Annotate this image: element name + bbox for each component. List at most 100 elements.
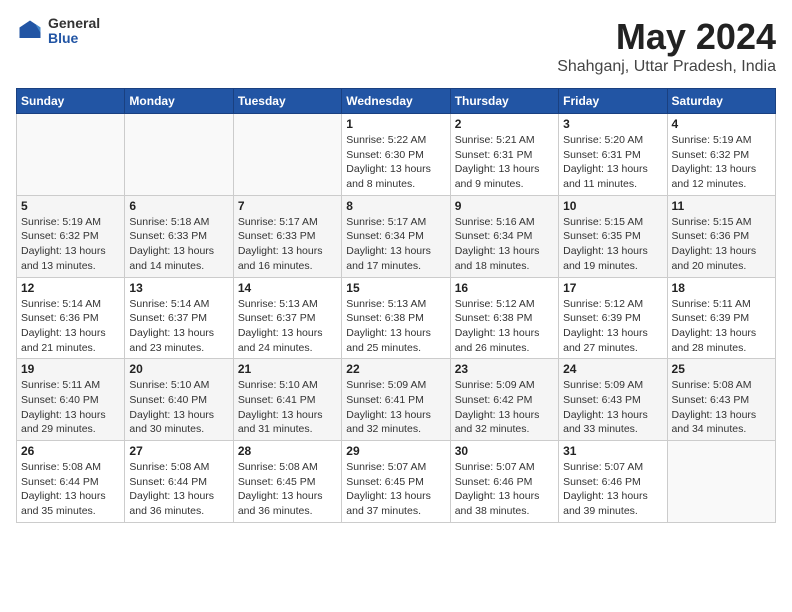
day-info: Sunrise: 5:13 AM Sunset: 6:38 PM Dayligh… — [346, 297, 445, 356]
calendar-cell: 30 Sunrise: 5:07 AM Sunset: 6:46 PM Dayli… — [450, 441, 558, 523]
day-info: Sunrise: 5:17 AM Sunset: 6:33 PM Dayligh… — [238, 215, 337, 274]
calendar-cell: 2Sunrise: 5:21 AM Sunset: 6:31 PM Daylig… — [450, 114, 558, 196]
day-number: 30 — [455, 444, 554, 458]
day-info: Sunrise: 5:19 AM Sunset: 6:32 PM Dayligh… — [672, 133, 771, 192]
calendar-cell: 23Sunrise: 5:09 AM Sunset: 6:42 PM Dayli… — [450, 359, 558, 441]
day-info: Sunrise: 5:07 AM Sunset: 6:46 PM Dayligh… — [563, 460, 662, 519]
day-info: Sunrise: 5:17 AM Sunset: 6:34 PM Dayligh… — [346, 215, 445, 274]
calendar-cell: 14 Sunrise: 5:13 AM Sunset: 6:37 PM Dayli… — [233, 277, 341, 359]
calendar-cell: 7Sunrise: 5:17 AM Sunset: 6:33 PM Daylig… — [233, 195, 341, 277]
day-number: 17 — [563, 281, 662, 295]
day-info: Sunrise: 5:09 AM Sunset: 6:41 PM Dayligh… — [346, 378, 445, 437]
logo-icon — [16, 17, 44, 45]
day-number: 28 — [238, 444, 337, 458]
day-number: 24 — [563, 362, 662, 376]
day-info: Sunrise: 5:07 AM Sunset: 6:46 PM Dayligh… — [455, 460, 554, 519]
day-info: Sunrise: 5:22 AM Sunset: 6:30 PM Dayligh… — [346, 133, 445, 192]
header-monday: Monday — [125, 89, 233, 114]
calendar-cell: 17 Sunrise: 5:12 AM Sunset: 6:39 PM Dayli… — [559, 277, 667, 359]
day-number: 19 — [21, 362, 120, 376]
calendar-cell: 8 Sunrise: 5:17 AM Sunset: 6:34 PM Daylig… — [342, 195, 450, 277]
calendar-header-row: SundayMondayTuesdayWednesdayThursdayFrid… — [17, 89, 776, 114]
day-number: 3 — [563, 117, 662, 131]
day-info: Sunrise: 5:10 AM Sunset: 6:41 PM Dayligh… — [238, 378, 337, 437]
calendar-cell: 16 Sunrise: 5:12 AM Sunset: 6:38 PM Dayli… — [450, 277, 558, 359]
day-number: 16 — [455, 281, 554, 295]
day-number: 25 — [672, 362, 771, 376]
day-number: 29 — [346, 444, 445, 458]
calendar-cell: 9Sunrise: 5:16 AM Sunset: 6:34 PM Daylig… — [450, 195, 558, 277]
day-info: Sunrise: 5:21 AM Sunset: 6:31 PM Dayligh… — [455, 133, 554, 192]
day-number: 12 — [21, 281, 120, 295]
calendar-table: SundayMondayTuesdayWednesdayThursdayFrid… — [16, 88, 776, 523]
day-number: 10 — [563, 199, 662, 213]
day-number: 22 — [346, 362, 445, 376]
day-info: Sunrise: 5:20 AM Sunset: 6:31 PM Dayligh… — [563, 133, 662, 192]
title-month: May 2024 — [557, 16, 776, 58]
calendar-week-4: 19 Sunrise: 5:11 AM Sunset: 6:40 PM Dayli… — [17, 359, 776, 441]
day-info: Sunrise: 5:13 AM Sunset: 6:37 PM Dayligh… — [238, 297, 337, 356]
calendar-week-5: 26Sunrise: 5:08 AM Sunset: 6:44 PM Dayli… — [17, 441, 776, 523]
day-info: Sunrise: 5:14 AM Sunset: 6:37 PM Dayligh… — [129, 297, 228, 356]
logo-text: General Blue — [48, 16, 100, 47]
calendar-cell: 4 Sunrise: 5:19 AM Sunset: 6:32 PM Daylig… — [667, 114, 775, 196]
title-location: Shahganj, Uttar Pradesh, India — [557, 58, 776, 76]
logo: General Blue — [16, 16, 100, 47]
day-info: Sunrise: 5:11 AM Sunset: 6:39 PM Dayligh… — [672, 297, 771, 356]
day-info: Sunrise: 5:08 AM Sunset: 6:45 PM Dayligh… — [238, 460, 337, 519]
day-number: 9 — [455, 199, 554, 213]
calendar-cell: 25 Sunrise: 5:08 AM Sunset: 6:43 PM Dayli… — [667, 359, 775, 441]
day-number: 18 — [672, 281, 771, 295]
day-info: Sunrise: 5:08 AM Sunset: 6:43 PM Dayligh… — [672, 378, 771, 437]
header-wednesday: Wednesday — [342, 89, 450, 114]
calendar-cell: 26Sunrise: 5:08 AM Sunset: 6:44 PM Dayli… — [17, 441, 125, 523]
title-block: May 2024 Shahganj, Uttar Pradesh, India — [557, 16, 776, 76]
header-friday: Friday — [559, 89, 667, 114]
day-info: Sunrise: 5:15 AM Sunset: 6:36 PM Dayligh… — [672, 215, 771, 274]
day-info: Sunrise: 5:11 AM Sunset: 6:40 PM Dayligh… — [21, 378, 120, 437]
calendar-cell: 27Sunrise: 5:08 AM Sunset: 6:44 PM Dayli… — [125, 441, 233, 523]
day-number: 20 — [129, 362, 228, 376]
calendar-cell — [17, 114, 125, 196]
header-saturday: Saturday — [667, 89, 775, 114]
calendar-cell: 5 Sunrise: 5:19 AM Sunset: 6:32 PM Daylig… — [17, 195, 125, 277]
day-number: 21 — [238, 362, 337, 376]
day-info: Sunrise: 5:14 AM Sunset: 6:36 PM Dayligh… — [21, 297, 120, 356]
day-number: 13 — [129, 281, 228, 295]
calendar-cell: 31Sunrise: 5:07 AM Sunset: 6:46 PM Dayli… — [559, 441, 667, 523]
calendar-cell — [667, 441, 775, 523]
calendar-cell: 29 Sunrise: 5:07 AM Sunset: 6:45 PM Dayli… — [342, 441, 450, 523]
calendar-cell: 1Sunrise: 5:22 AM Sunset: 6:30 PM Daylig… — [342, 114, 450, 196]
logo-blue: Blue — [48, 31, 100, 46]
day-number: 4 — [672, 117, 771, 131]
calendar-cell: 22 Sunrise: 5:09 AM Sunset: 6:41 PM Dayli… — [342, 359, 450, 441]
day-number: 14 — [238, 281, 337, 295]
day-info: Sunrise: 5:07 AM Sunset: 6:45 PM Dayligh… — [346, 460, 445, 519]
day-number: 5 — [21, 199, 120, 213]
calendar-week-1: 1Sunrise: 5:22 AM Sunset: 6:30 PM Daylig… — [17, 114, 776, 196]
header-sunday: Sunday — [17, 89, 125, 114]
day-number: 15 — [346, 281, 445, 295]
day-info: Sunrise: 5:12 AM Sunset: 6:39 PM Dayligh… — [563, 297, 662, 356]
calendar-week-3: 12 Sunrise: 5:14 AM Sunset: 6:36 PM Dayli… — [17, 277, 776, 359]
day-info: Sunrise: 5:09 AM Sunset: 6:43 PM Dayligh… — [563, 378, 662, 437]
day-number: 6 — [129, 199, 228, 213]
day-info: Sunrise: 5:08 AM Sunset: 6:44 PM Dayligh… — [129, 460, 228, 519]
calendar-cell: 11Sunrise: 5:15 AM Sunset: 6:36 PM Dayli… — [667, 195, 775, 277]
day-info: Sunrise: 5:19 AM Sunset: 6:32 PM Dayligh… — [21, 215, 120, 274]
day-info: Sunrise: 5:09 AM Sunset: 6:42 PM Dayligh… — [455, 378, 554, 437]
day-info: Sunrise: 5:08 AM Sunset: 6:44 PM Dayligh… — [21, 460, 120, 519]
day-info: Sunrise: 5:12 AM Sunset: 6:38 PM Dayligh… — [455, 297, 554, 356]
calendar-cell — [233, 114, 341, 196]
calendar-cell — [125, 114, 233, 196]
calendar-cell: 21 Sunrise: 5:10 AM Sunset: 6:41 PM Dayli… — [233, 359, 341, 441]
header-tuesday: Tuesday — [233, 89, 341, 114]
day-info: Sunrise: 5:18 AM Sunset: 6:33 PM Dayligh… — [129, 215, 228, 274]
logo-general: General — [48, 16, 100, 31]
calendar-cell: 28 Sunrise: 5:08 AM Sunset: 6:45 PM Dayli… — [233, 441, 341, 523]
calendar-cell: 6 Sunrise: 5:18 AM Sunset: 6:33 PM Daylig… — [125, 195, 233, 277]
page-header: General Blue May 2024 Shahganj, Uttar Pr… — [16, 16, 776, 76]
day-number: 8 — [346, 199, 445, 213]
calendar-cell: 20Sunrise: 5:10 AM Sunset: 6:40 PM Dayli… — [125, 359, 233, 441]
calendar-week-2: 5 Sunrise: 5:19 AM Sunset: 6:32 PM Daylig… — [17, 195, 776, 277]
